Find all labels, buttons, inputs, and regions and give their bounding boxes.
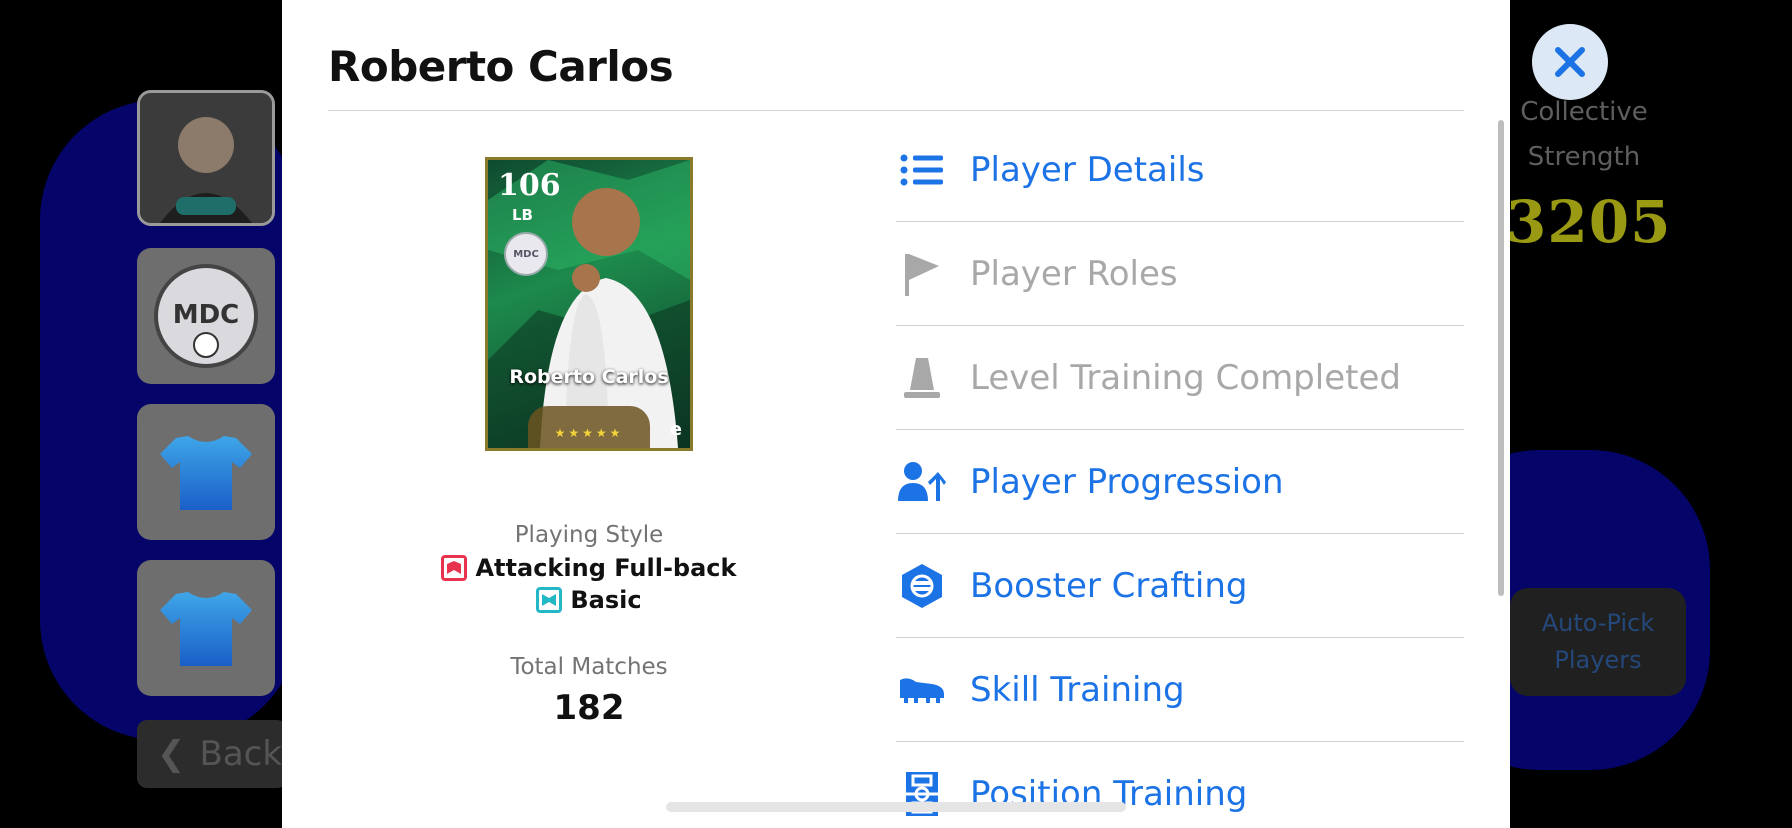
menu-item-booster-crafting[interactable]: Booster Crafting <box>896 534 1464 638</box>
player-photo-icon <box>488 160 690 448</box>
chevron-left-icon: ❮ <box>157 734 186 774</box>
playing-style-section: Playing Style Attacking Full-back Basic <box>282 522 896 614</box>
close-button[interactable] <box>1532 24 1608 100</box>
user-up-icon <box>898 458 946 506</box>
vertical-scrollbar[interactable] <box>1498 120 1504 596</box>
ai-style-icon <box>536 587 563 613</box>
menu-label: Skill Training <box>970 669 1185 710</box>
card-club-badge: MDC <box>504 232 548 276</box>
card-rating: 106 <box>498 168 561 203</box>
horizontal-scroll-indicator[interactable] <box>666 802 1126 812</box>
player-card[interactable]: 106 LB MDC Roberto Carlos ★★★★★ e <box>485 157 693 451</box>
menu-item-skill-training[interactable]: Skill Training <box>896 638 1464 742</box>
home-kit-tile[interactable] <box>137 404 275 540</box>
shirt-icon <box>160 592 252 666</box>
player-action-menu: Player Details Player Roles Level Traini… <box>896 118 1464 828</box>
card-position: LB <box>512 206 533 224</box>
menu-item-player-progression[interactable]: Player Progression <box>896 430 1464 534</box>
cone-icon <box>898 354 946 402</box>
playing-style-icon <box>441 555 468 581</box>
playing-style-row: Attacking Full-back <box>441 554 737 582</box>
card-stars: ★★★★★ <box>554 426 624 440</box>
auto-pick-label-line1: Auto-Pick <box>1541 609 1655 637</box>
total-matches-section: Total Matches 182 <box>282 654 896 728</box>
menu-label: Player Progression <box>970 461 1284 502</box>
playing-style-label: Playing Style <box>514 522 664 548</box>
total-matches-value: 182 <box>553 688 625 728</box>
efootball-logo-icon: e <box>669 419 682 440</box>
boot-icon <box>898 666 946 714</box>
back-button[interactable]: ❮ Back <box>137 720 287 788</box>
ai-style-value: Basic <box>570 586 642 614</box>
flag-icon <box>898 250 946 298</box>
close-icon <box>1555 47 1585 77</box>
menu-item-level-training[interactable]: Level Training Completed <box>896 326 1464 430</box>
total-matches-label: Total Matches <box>510 654 668 680</box>
collective-strength-value: 3205 <box>1506 188 1672 256</box>
shirt-icon <box>160 436 252 510</box>
menu-label: Player Details <box>970 149 1205 190</box>
away-kit-tile[interactable] <box>137 560 275 696</box>
ai-style-row: Basic <box>536 586 642 614</box>
auto-pick-label-line2: Players <box>1554 646 1642 674</box>
playing-style-value: Attacking Full-back <box>475 554 737 582</box>
club-emblem-tile[interactable]: MDC <box>137 248 275 384</box>
player-thumbnail[interactable] <box>137 90 275 226</box>
player-portrait-icon <box>140 93 272 223</box>
menu-item-player-roles[interactable]: Player Roles <box>896 222 1464 326</box>
club-badge-icon: MDC <box>154 264 258 368</box>
list-icon <box>898 146 946 194</box>
modal-title: Roberto Carlos <box>328 42 674 91</box>
back-label: Back <box>199 734 283 774</box>
collective-strength-label: Collective Strength <box>1506 90 1662 180</box>
menu-item-position-training[interactable]: Position Training <box>896 742 1464 828</box>
title-divider <box>328 110 1464 111</box>
auto-pick-button[interactable]: Auto-Pick Players <box>1510 588 1686 696</box>
player-menu-modal: Roberto Carlos 106 LB MDC Roberto Carlos… <box>282 0 1510 828</box>
strength-label-line2: Strength <box>1527 142 1641 172</box>
menu-item-player-details[interactable]: Player Details <box>896 118 1464 222</box>
svg-text:MDC: MDC <box>173 300 240 330</box>
menu-label: Booster Crafting <box>970 565 1248 606</box>
menu-label: Level Training Completed <box>970 357 1401 398</box>
booster-icon <box>898 562 946 610</box>
menu-label: Player Roles <box>970 253 1178 294</box>
card-player-name: Roberto Carlos <box>509 366 669 388</box>
